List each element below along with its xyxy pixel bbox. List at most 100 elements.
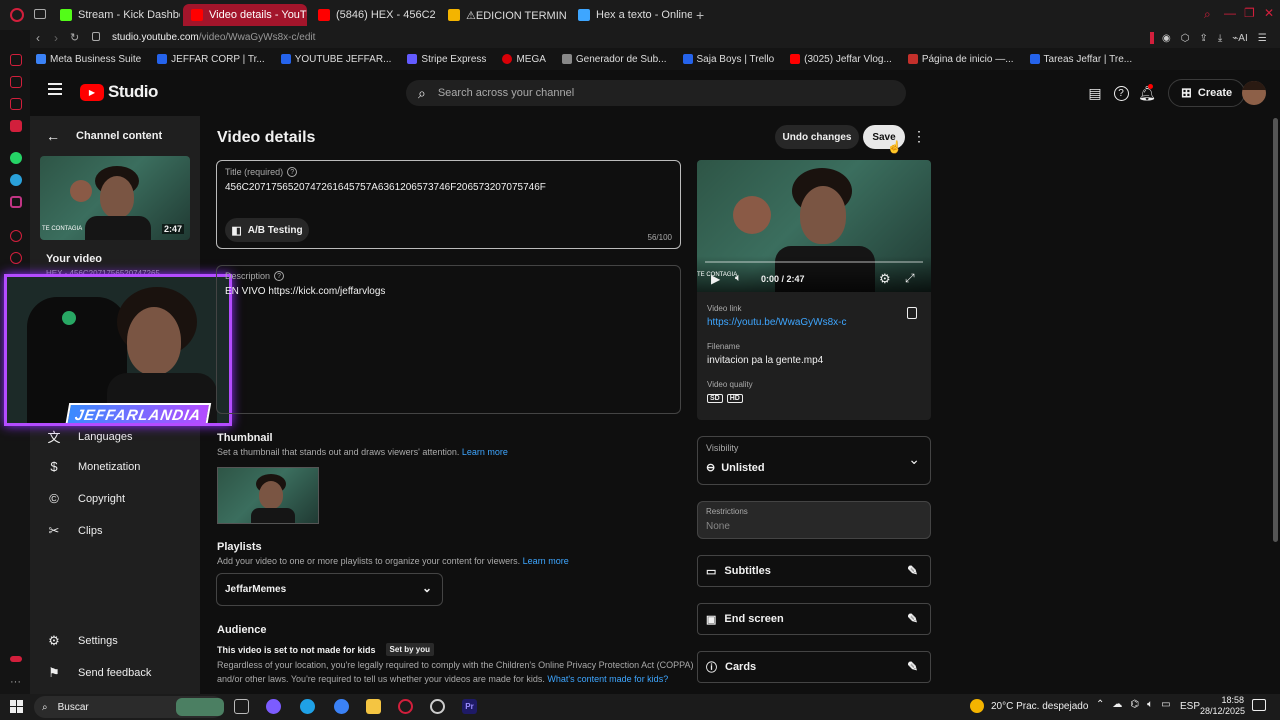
- tab-kick[interactable]: Stream - Kick Dashboard: [52, 4, 180, 26]
- bookmark-item[interactable]: Tareas Jeffar | Tre...: [1029, 54, 1132, 65]
- edit-pencil-icon[interactable]: ✎: [907, 611, 918, 627]
- volume-icon[interactable]: 🔈︎: [735, 272, 742, 285]
- bookmark-item[interactable]: Meta Business Suite: [36, 54, 141, 65]
- video-player[interactable]: TE CONTAGIA ▶ 🔈︎ 0:00 / 2:47 ⚙ ⤢: [697, 160, 931, 292]
- gx-icon[interactable]: [10, 656, 22, 662]
- help-icon[interactable]: ?: [1110, 82, 1132, 104]
- bookmark-item[interactable]: Generador de Sub...: [561, 54, 667, 65]
- file-explorer-icon[interactable]: [366, 699, 381, 714]
- bookmark-item[interactable]: YOUTUBE JEFFAR...: [280, 54, 391, 65]
- search-input[interactable]: ⌕ Search across your channel: [406, 80, 906, 106]
- instagram-icon[interactable]: [10, 196, 22, 208]
- edit-pencil-icon[interactable]: ✎: [907, 659, 918, 675]
- tab-drive[interactable]: ⚠EDICION TERMINADA/: [440, 4, 566, 26]
- play-icon[interactable]: ▶: [711, 272, 720, 286]
- channel-content-back[interactable]: ← Channel content: [46, 128, 162, 144]
- ai-icon[interactable]: ⌁AI: [1232, 33, 1247, 44]
- notifications-icon[interactable]: 🔔︎: [1136, 82, 1158, 104]
- notification-center-icon[interactable]: [1252, 699, 1266, 711]
- chrome-icon[interactable]: [334, 699, 349, 714]
- avatar[interactable]: [1242, 81, 1266, 105]
- new-tab-icon[interactable]: +: [696, 7, 704, 23]
- create-button[interactable]: ⊞ Create: [1168, 79, 1246, 107]
- page-scrollbar[interactable]: [1273, 118, 1278, 542]
- bag-icon[interactable]: [10, 76, 22, 88]
- cards-row[interactable]: ⓘ Cards ✎: [697, 651, 931, 683]
- windows-start-icon[interactable]: [10, 700, 23, 713]
- playlist-select[interactable]: JeffarMemes ⌄: [216, 573, 443, 606]
- bookmark-item[interactable]: Saja Boys | Trello: [682, 54, 774, 65]
- subtitles-row[interactable]: ▭ Subtitles ✎: [697, 555, 931, 587]
- more-options-icon[interactable]: ⋮: [912, 128, 926, 145]
- sidebar-item-feedback[interactable]: ⚑ Send feedback: [46, 665, 151, 681]
- copilot-icon[interactable]: [266, 699, 281, 714]
- reload-icon[interactable]: ↻: [70, 31, 79, 44]
- history-icon[interactable]: [10, 252, 22, 264]
- help-icon[interactable]: ?: [274, 271, 285, 281]
- opera-logo-icon[interactable]: [10, 8, 24, 22]
- description-field[interactable]: Description ? EN VIVO https://kick.com/j…: [216, 265, 681, 414]
- sidebar-item-monetization[interactable]: $ Monetization: [46, 459, 140, 474]
- bookmark-item[interactable]: Stripe Express: [407, 54, 486, 65]
- opera-gx-icon[interactable]: [398, 699, 413, 714]
- video-link[interactable]: https://youtu.be/WwaGyWs8x-c: [707, 317, 847, 328]
- description-input[interactable]: EN VIVO https://kick.com/jeffarvlogs: [225, 286, 385, 297]
- progress-bar[interactable]: [705, 261, 923, 263]
- edit-pencil-icon[interactable]: ✎: [907, 563, 918, 579]
- easy-setup-icon[interactable]: ☰: [1258, 33, 1267, 44]
- tab-hex-converter[interactable]: Hex a texto - Online Hex D: [570, 4, 692, 26]
- url-field[interactable]: studio.youtube.com/video/WwaGyWs8x-c/edi…: [112, 32, 315, 43]
- studio-logo[interactable]: ▶ Studio: [80, 82, 158, 102]
- undo-changes-button[interactable]: Undo changes: [775, 125, 859, 149]
- playlists-learn-more-link[interactable]: Learn more: [523, 556, 569, 566]
- speaker-icon[interactable]: 🔈︎: [1147, 699, 1153, 710]
- telegram-icon[interactable]: [10, 174, 22, 186]
- chevron-up-icon[interactable]: ⌃: [1096, 699, 1104, 710]
- chat-icon[interactable]: [10, 98, 22, 110]
- language-indicator[interactable]: ESP: [1180, 701, 1200, 712]
- minimize-icon[interactable]: —: [1224, 6, 1236, 20]
- sidebar-item-clips[interactable]: ✂ Clips: [46, 523, 103, 539]
- title-field[interactable]: Title (required) ? 456C20717565207472616…: [216, 160, 681, 249]
- battery-icon[interactable]: ▭: [1161, 699, 1170, 710]
- tab-youtube-hex[interactable]: (5846) HEX - 456C20717: [310, 4, 436, 26]
- bookmark-item[interactable]: (3025) Jeffar Vlog...: [790, 54, 892, 65]
- maximize-icon[interactable]: ❐: [1244, 6, 1255, 20]
- aria-icon[interactable]: [10, 54, 22, 66]
- help-icon[interactable]: ?: [287, 167, 298, 177]
- bookmark-item[interactable]: JEFFAR CORP | Tr...: [157, 54, 265, 65]
- bookmark-item[interactable]: MEGA: [502, 54, 546, 65]
- feedback-icon[interactable]: ▤: [1084, 82, 1106, 104]
- premiere-icon[interactable]: Pr: [462, 699, 477, 714]
- edge-icon[interactable]: [300, 699, 315, 714]
- search-tabs-icon[interactable]: ⌕: [1204, 7, 1211, 22]
- fullscreen-icon[interactable]: ⤢: [905, 271, 915, 286]
- back-icon[interactable]: ‹: [36, 31, 40, 45]
- video-thumbnail[interactable]: TE CONTAGIA 2:47: [40, 156, 190, 240]
- player-settings-icon[interactable]: ⚙: [879, 271, 891, 287]
- sidebar-item-settings[interactable]: ⚙ Settings: [46, 633, 118, 649]
- obs-icon[interactable]: [430, 699, 445, 714]
- end-screen-row[interactable]: ▣ End screen ✎: [697, 603, 931, 635]
- tab-menu-icon[interactable]: [34, 9, 46, 19]
- taskbar-search[interactable]: ⌕ Buscar: [34, 696, 224, 718]
- made-for-kids-link[interactable]: What's content made for kids?: [547, 674, 668, 684]
- music-icon[interactable]: [10, 120, 22, 132]
- weather-text[interactable]: 20°C Prac. despejado: [991, 701, 1088, 712]
- copy-icon[interactable]: [907, 307, 917, 319]
- player-icon[interactable]: [10, 230, 22, 242]
- network-icon[interactable]: ⌬: [1130, 699, 1139, 710]
- title-input[interactable]: 456C2071756520747261645757A6361206573746…: [225, 182, 546, 193]
- ab-testing-button[interactable]: ◧ A/B Testing: [225, 218, 309, 242]
- visibility-select[interactable]: Visibility ⊖ Unlisted ⌄: [697, 436, 931, 485]
- close-icon[interactable]: ✕: [1264, 6, 1274, 20]
- onedrive-icon[interactable]: ☁: [1112, 699, 1122, 710]
- more-icon[interactable]: ···: [10, 676, 21, 688]
- forward-icon[interactable]: ›: [54, 31, 58, 45]
- sidebar-item-languages[interactable]: 文 Languages: [46, 427, 132, 446]
- whatsapp-icon[interactable]: [10, 152, 22, 164]
- clock[interactable]: 18:58 28/12/2025: [1200, 695, 1245, 717]
- shield-icon[interactable]: ◉: [1162, 33, 1171, 44]
- sidebar-item-copyright[interactable]: © Copyright: [46, 491, 125, 506]
- task-view-icon[interactable]: [234, 699, 249, 714]
